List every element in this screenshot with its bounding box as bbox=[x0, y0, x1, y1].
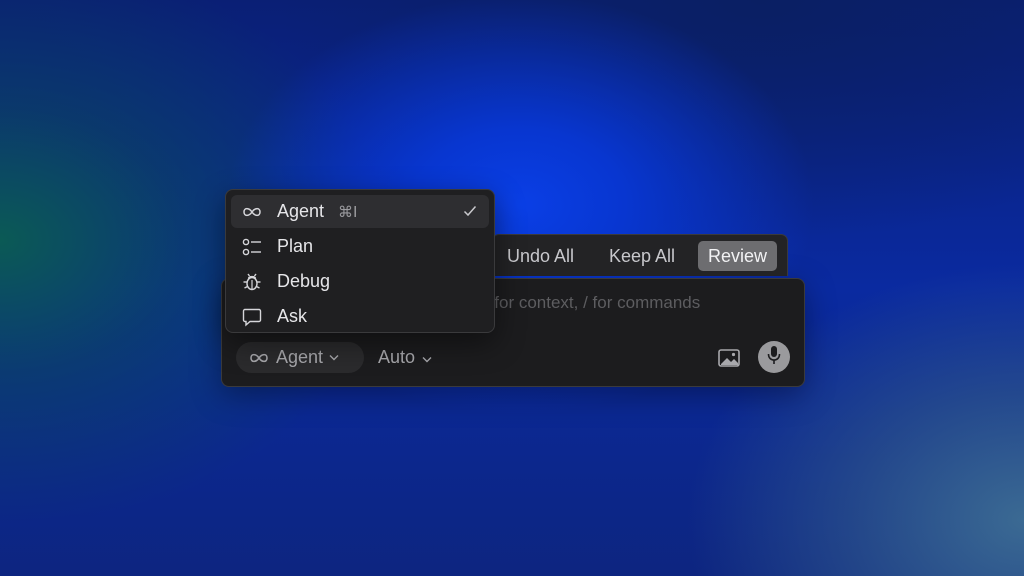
menu-item-debug[interactable]: Debug bbox=[231, 265, 489, 298]
undo-all-button[interactable]: Undo All bbox=[507, 243, 574, 269]
mode-selector-label: Agent bbox=[276, 347, 324, 367]
chevron-down-icon bbox=[422, 347, 432, 368]
list-icon bbox=[241, 236, 263, 258]
menu-item-label: Debug bbox=[277, 271, 331, 291]
mode-dropdown-menu: Agent ⌘I Plan Debug Ask bbox=[225, 189, 495, 333]
review-button[interactable]: Review bbox=[698, 241, 778, 271]
menu-item-label: Agent bbox=[277, 201, 325, 221]
review-actions-bar: Undo All Keep All Review bbox=[492, 234, 788, 276]
infinity-icon bbox=[241, 201, 263, 223]
keep-all-button[interactable]: Keep All bbox=[609, 243, 675, 269]
infinity-icon bbox=[248, 352, 270, 364]
menu-item-agent[interactable]: Agent ⌘I bbox=[231, 195, 489, 228]
shortcut-hint: ⌘I bbox=[338, 202, 358, 221]
chat-bubble-icon bbox=[241, 306, 263, 328]
model-selector-button[interactable]: Auto bbox=[378, 342, 432, 373]
mode-selector-button[interactable]: Agent bbox=[236, 342, 364, 373]
checkmark-icon bbox=[463, 202, 477, 223]
microphone-icon bbox=[767, 345, 781, 370]
menu-item-label: Ask bbox=[277, 306, 308, 326]
image-icon[interactable] bbox=[718, 349, 740, 367]
menu-item-plan[interactable]: Plan bbox=[231, 230, 489, 263]
bug-icon bbox=[241, 271, 263, 293]
microphone-button[interactable] bbox=[758, 341, 790, 373]
chevron-down-icon bbox=[329, 354, 339, 361]
model-selector-label: Auto bbox=[378, 347, 416, 367]
menu-item-label: Plan bbox=[277, 236, 314, 256]
menu-item-ask[interactable]: Ask bbox=[231, 300, 489, 333]
